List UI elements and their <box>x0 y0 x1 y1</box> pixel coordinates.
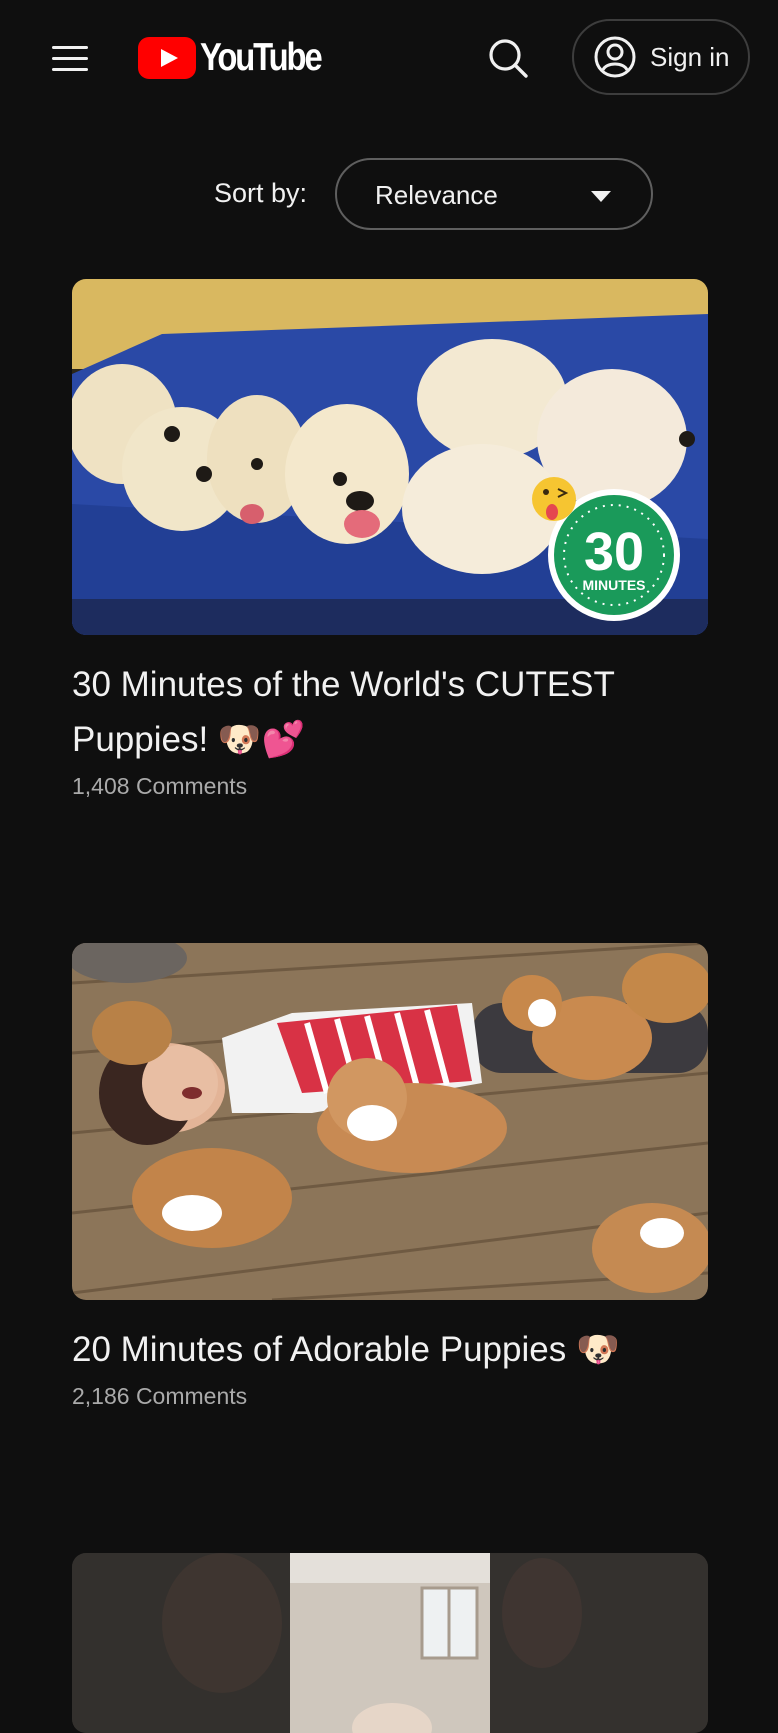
sort-selected-value: Relevance <box>375 180 498 210</box>
puppies-thumbnail-image: 30 MINUTES <box>72 279 708 635</box>
hamburger-line <box>52 57 88 60</box>
sign-in-button[interactable]: Sign in <box>572 19 750 95</box>
youtube-play-icon <box>138 37 196 79</box>
video-title[interactable]: 20 Minutes of Adorable Puppies 🐶 <box>72 1322 708 1377</box>
search-icon <box>489 39 528 78</box>
video-title[interactable]: 30 Minutes of the World's CUTEST Puppies… <box>72 657 708 767</box>
video-thumbnail[interactable] <box>72 1553 708 1733</box>
account-circle-icon <box>594 36 636 78</box>
badge-label: MINUTES <box>583 577 646 593</box>
video-card[interactable]: 30 MINUTES 30 Minutes of the World's CUT… <box>72 279 708 800</box>
hamburger-menu-icon <box>52 46 88 49</box>
top-app-bar: YouTube Sign in <box>0 0 778 116</box>
sort-bar: Sort by: Relevance <box>0 156 778 232</box>
youtube-logo[interactable]: YouTube <box>138 36 344 80</box>
dropdown-caret-icon <box>591 191 611 202</box>
video-comment-count: 1,408 Comments <box>72 773 248 799</box>
video-comment-count: 2,186 Comments <box>72 1383 248 1409</box>
sort-label: Sort by: <box>214 178 308 208</box>
corgi-puppies-thumbnail-image <box>72 943 708 1300</box>
sign-in-label: Sign in <box>650 41 730 72</box>
hamburger-line <box>52 68 88 71</box>
video-thumbnail-image <box>72 1553 708 1733</box>
video-card[interactable]: 20 Minutes of Adorable Puppies 🐶 2,186 C… <box>72 943 708 1410</box>
hamburger-menu-button[interactable] <box>48 40 92 76</box>
video-card[interactable] <box>72 1553 708 1733</box>
logo-text: YouTube <box>200 36 323 79</box>
video-thumbnail[interactable] <box>72 943 708 1300</box>
sort-dropdown[interactable]: Relevance <box>335 158 653 230</box>
search-button[interactable] <box>484 34 532 82</box>
badge-number: 30 <box>584 522 644 582</box>
video-thumbnail[interactable]: 30 MINUTES <box>72 279 708 635</box>
